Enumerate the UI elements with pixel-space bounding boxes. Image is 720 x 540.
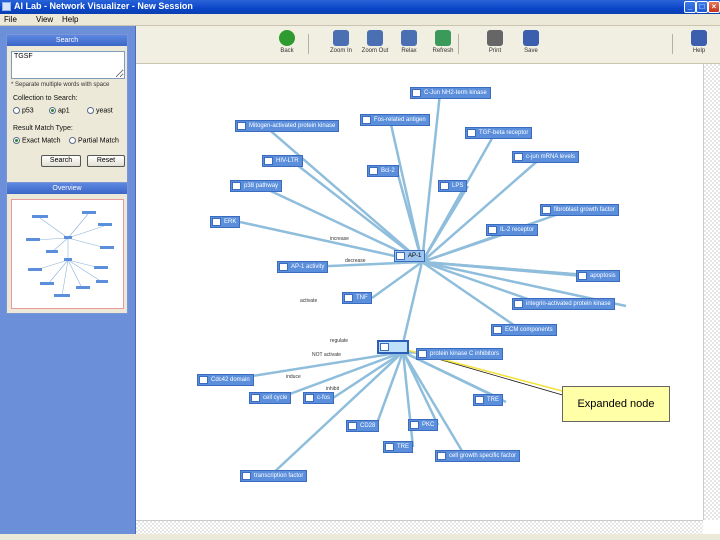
- graph-node[interactable]: C-Jun NH2-term kinase: [410, 87, 491, 99]
- graph-node[interactable]: AP-1 activity: [277, 261, 329, 273]
- node-badge: [475, 396, 484, 404]
- node-badge: [348, 422, 357, 430]
- graph-node[interactable]: c-fos: [303, 392, 335, 404]
- node-label: AP-1 activity: [291, 264, 325, 270]
- graph-node[interactable]: IL-2 receptor: [486, 224, 539, 236]
- edge-label: activate: [300, 298, 318, 304]
- node-badge: [369, 167, 378, 175]
- node-label: transcription factor: [254, 473, 304, 479]
- node-label: p38 pathway: [244, 183, 279, 189]
- node-badge: [385, 443, 394, 451]
- graph-node[interactable]: c-jun mRNA levels: [512, 151, 580, 163]
- graph-edge: [421, 260, 599, 278]
- node-label: TRE: [397, 444, 409, 450]
- graph-node[interactable]: ECM components: [491, 324, 557, 336]
- node-badge: [242, 472, 251, 480]
- edge-label: decrease: [345, 258, 366, 264]
- node-badge: [514, 153, 523, 161]
- node-badge: [279, 263, 288, 271]
- node-label: cell growth specific factor: [449, 453, 517, 459]
- graph-node[interactable]: CD28: [346, 420, 380, 432]
- edge-label: induce: [286, 374, 301, 380]
- node-label: TRE: [487, 397, 499, 403]
- graph-node[interactable]: protein kinase C inhibitors: [416, 348, 504, 360]
- node-label: fibroblast growth factor: [554, 207, 615, 213]
- graph-node[interactable]: transcription factor: [240, 470, 308, 482]
- node-badge: [344, 294, 353, 302]
- graph-node[interactable]: p38 pathway: [230, 180, 283, 192]
- graph-node[interactable]: HIV-LTR: [262, 155, 303, 167]
- graph-node[interactable]: cell growth specific factor: [435, 450, 521, 462]
- node-label: HIV-LTR: [276, 158, 299, 164]
- node-badge: [493, 326, 502, 334]
- node-badge: [232, 182, 241, 190]
- node-badge: [199, 376, 208, 384]
- node-badge: [440, 182, 449, 190]
- node-label: c-jun mRNA levels: [526, 154, 576, 160]
- edge-label: regulate: [330, 338, 349, 344]
- node-badge: [418, 350, 427, 358]
- graph-edge: [421, 156, 543, 263]
- edge-label: inhibit: [326, 386, 340, 392]
- node-label: Bcl-2: [381, 168, 395, 174]
- graph-node[interactable]: TRE: [383, 441, 413, 453]
- node-badge: [488, 226, 497, 234]
- graph-node[interactable]: ERK: [210, 216, 241, 228]
- node-badge: [212, 218, 221, 226]
- graph-hub-node[interactable]: AP-1: [394, 250, 426, 262]
- node-label: C-Jun NH2-term kinase: [424, 90, 487, 96]
- node-label: PKC: [422, 422, 435, 428]
- node-label: protein kinase C inhibitors: [430, 351, 500, 357]
- graph-node[interactable]: LPS: [438, 180, 468, 192]
- node-badge: [412, 89, 421, 97]
- node-label: Cdc42 domain: [211, 377, 250, 383]
- node-badge: [578, 272, 587, 280]
- graph-node[interactable]: cell cycle: [249, 392, 292, 404]
- graph-node[interactable]: apoptosis: [576, 270, 620, 282]
- node-label: LPS: [452, 183, 464, 189]
- node-label: TNF: [356, 295, 368, 301]
- graph-node[interactable]: TGF-beta receptor: [465, 127, 533, 139]
- node-badge: [410, 421, 419, 429]
- node-badge: [467, 129, 476, 137]
- graph-node[interactable]: Bcl-2: [367, 165, 399, 177]
- node-badge: [362, 116, 371, 124]
- node-badge: [305, 394, 314, 402]
- node-badge: [514, 300, 523, 308]
- node-badge: [396, 252, 405, 260]
- node-label: AP-1: [408, 253, 422, 259]
- edge-label: NOT activate: [312, 352, 342, 358]
- node-badge: [251, 394, 260, 402]
- graph-node[interactable]: TNF: [342, 292, 372, 304]
- node-label: CD28: [360, 423, 376, 429]
- edge-label: increase: [330, 236, 349, 242]
- node-label: ERK: [224, 219, 237, 225]
- node-badge: [542, 206, 551, 214]
- graph-node[interactable]: fibroblast growth factor: [540, 204, 619, 216]
- graph-node[interactable]: Mitogen-activated protein kinase: [235, 120, 340, 132]
- node-label: Fos-related antigen: [374, 117, 426, 123]
- node-label: TGF-beta receptor: [479, 130, 529, 136]
- expanded-node-callout: Expanded node: [562, 386, 670, 422]
- graph-node[interactable]: integrin-activated protein kinase: [512, 298, 615, 310]
- graph-node[interactable]: Cdc42 domain: [197, 374, 254, 386]
- node-badge: [264, 157, 273, 165]
- node-label: cell cycle: [263, 395, 288, 401]
- node-badge: [437, 452, 446, 460]
- node-label: c-fos: [317, 395, 331, 401]
- node-label: ECM components: [505, 327, 553, 333]
- graph-node[interactable]: TRE: [473, 394, 503, 406]
- node-label: Mitogen-activated protein kinase: [249, 123, 336, 129]
- node-label: IL-2 receptor: [500, 227, 535, 233]
- node-badge: [380, 343, 389, 351]
- node-label: integrin-activated protein kinase: [526, 301, 611, 307]
- graph-edge: [395, 170, 424, 263]
- node-badge: [237, 122, 246, 130]
- graph-node[interactable]: Fos-related antigen: [360, 114, 430, 126]
- graph-node[interactable]: PKC: [408, 419, 439, 431]
- node-label: apoptosis: [590, 273, 616, 279]
- expanded-node[interactable]: [377, 340, 409, 354]
